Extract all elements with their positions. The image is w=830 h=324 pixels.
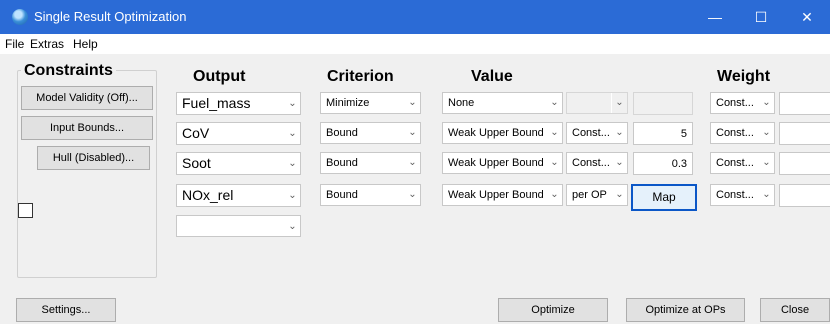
weight-field[interactable] bbox=[779, 152, 830, 175]
chevron-down-icon: ⌄ bbox=[546, 185, 562, 205]
chevron-down-icon: ⌄ bbox=[758, 185, 774, 205]
value-column-header: Value bbox=[471, 68, 513, 85]
weight-mode-dropdown[interactable]: Const... ⌄ bbox=[710, 92, 775, 114]
chevron-down-icon: ⌄ bbox=[404, 123, 420, 143]
minimize-button[interactable]: — bbox=[692, 0, 738, 34]
title-bar: Single Result Optimization — ☐ ✕ bbox=[0, 0, 830, 34]
menu-bar: File Extras Help bbox=[0, 34, 830, 54]
value-field[interactable]: 0.3 bbox=[633, 152, 693, 175]
criterion-dropdown[interactable]: Bound ⌄ bbox=[320, 152, 421, 174]
output-value: Soot bbox=[182, 155, 211, 171]
model-validity-button[interactable]: Model Validity (Off)... bbox=[21, 86, 153, 110]
app-globe-icon bbox=[12, 9, 28, 25]
weight-mode-dropdown[interactable]: Const... ⌄ bbox=[710, 122, 775, 144]
weight-mode-dropdown[interactable]: Const... ⌄ bbox=[710, 152, 775, 174]
chevron-down-icon: ⌄ bbox=[404, 93, 420, 113]
window-title: Single Result Optimization bbox=[34, 9, 187, 24]
value-mode-dropdown[interactable]: per OP ⌄ bbox=[566, 184, 628, 206]
input-bounds-button[interactable]: Input Bounds... bbox=[21, 116, 153, 140]
chevron-down-icon: ⌄ bbox=[284, 216, 300, 236]
chevron-down-icon: ⌄ bbox=[546, 123, 562, 143]
chevron-down-icon: ⌄ bbox=[284, 153, 300, 174]
weight-field[interactable] bbox=[779, 184, 830, 207]
chevron-down-icon: ⌄ bbox=[284, 123, 300, 144]
criterion-value: Minimize bbox=[326, 97, 370, 109]
chevron-down-icon: ⌄ bbox=[611, 93, 627, 113]
value-type: Weak Upper Bound bbox=[448, 127, 544, 139]
menu-help[interactable]: Help bbox=[73, 37, 98, 51]
close-button[interactable]: Close bbox=[760, 298, 830, 322]
chevron-down-icon: ⌄ bbox=[404, 153, 420, 173]
main-panel: Constraints Model Validity (Off)... Inpu… bbox=[0, 54, 830, 324]
map-button[interactable]: Map bbox=[631, 184, 697, 211]
value-mode: Const... bbox=[572, 157, 610, 169]
value-mode-dropdown[interactable]: Const... ⌄ bbox=[566, 122, 628, 144]
constraints-title: Constraints bbox=[21, 62, 116, 80]
criterion-value: Bound bbox=[326, 189, 358, 201]
optimize-button[interactable]: Optimize bbox=[498, 298, 608, 322]
chevron-down-icon: ⌄ bbox=[546, 93, 562, 113]
value-type: Weak Upper Bound bbox=[448, 157, 544, 169]
settings-button[interactable]: Settings... bbox=[16, 298, 116, 322]
optimize-at-ops-button[interactable]: Optimize at OPs bbox=[626, 298, 745, 322]
output-dropdown[interactable]: NOx_rel ⌄ bbox=[176, 184, 301, 207]
weight-column-header: Weight bbox=[717, 68, 771, 85]
value-type: Weak Upper Bound bbox=[448, 189, 544, 201]
chevron-down-icon: ⌄ bbox=[611, 185, 627, 205]
weight-mode: Const... bbox=[716, 157, 754, 169]
chevron-down-icon: ⌄ bbox=[611, 123, 627, 143]
output-value: CoV bbox=[182, 125, 210, 141]
criterion-value: Bound bbox=[326, 127, 358, 139]
value-type-dropdown[interactable]: None ⌄ bbox=[442, 92, 563, 114]
hull-checkbox[interactable] bbox=[18, 203, 33, 218]
chevron-down-icon: ⌄ bbox=[758, 123, 774, 143]
value-mode: per OP bbox=[572, 189, 607, 201]
value-mode-dropdown[interactable]: Const... ⌄ bbox=[566, 152, 628, 174]
maximize-button[interactable]: ☐ bbox=[738, 0, 784, 34]
chevron-down-icon: ⌄ bbox=[404, 185, 420, 205]
weight-field[interactable] bbox=[779, 122, 830, 145]
value-mode-dropdown: ⌄ bbox=[566, 92, 628, 114]
criterion-dropdown[interactable]: Bound ⌄ bbox=[320, 122, 421, 144]
chevron-down-icon: ⌄ bbox=[611, 153, 627, 173]
value-field bbox=[633, 92, 693, 115]
menu-extras[interactable]: Extras bbox=[30, 37, 64, 51]
close-window-button[interactable]: ✕ bbox=[784, 0, 830, 34]
weight-field[interactable] bbox=[779, 92, 830, 115]
hull-button[interactable]: Hull (Disabled)... bbox=[37, 146, 150, 170]
output-value: Fuel_mass bbox=[182, 95, 251, 111]
weight-mode: Const... bbox=[716, 97, 754, 109]
chevron-down-icon: ⌄ bbox=[284, 93, 300, 114]
chevron-down-icon: ⌄ bbox=[758, 153, 774, 173]
output-column-header: Output bbox=[193, 68, 246, 85]
criterion-dropdown[interactable]: Minimize ⌄ bbox=[320, 92, 421, 114]
value-type-dropdown[interactable]: Weak Upper Bound ⌄ bbox=[442, 122, 563, 144]
output-dropdown[interactable]: Fuel_mass ⌄ bbox=[176, 92, 301, 115]
value-mode: Const... bbox=[572, 127, 610, 139]
new-output-dropdown[interactable]: ⌄ bbox=[176, 215, 301, 237]
output-value: NOx_rel bbox=[182, 187, 234, 203]
chevron-down-icon: ⌄ bbox=[284, 185, 300, 206]
weight-mode-dropdown[interactable]: Const... ⌄ bbox=[710, 184, 775, 206]
weight-mode: Const... bbox=[716, 127, 754, 139]
output-dropdown[interactable]: Soot ⌄ bbox=[176, 152, 301, 175]
value-type-dropdown[interactable]: Weak Upper Bound ⌄ bbox=[442, 152, 563, 174]
criterion-dropdown[interactable]: Bound ⌄ bbox=[320, 184, 421, 206]
value-type-dropdown[interactable]: Weak Upper Bound ⌄ bbox=[442, 184, 563, 206]
menu-file[interactable]: File bbox=[5, 37, 24, 51]
weight-mode: Const... bbox=[716, 189, 754, 201]
criterion-value: Bound bbox=[326, 157, 358, 169]
criterion-column-header: Criterion bbox=[327, 68, 394, 85]
chevron-down-icon: ⌄ bbox=[758, 93, 774, 113]
output-dropdown[interactable]: CoV ⌄ bbox=[176, 122, 301, 145]
value-field[interactable]: 5 bbox=[633, 122, 693, 145]
chevron-down-icon: ⌄ bbox=[546, 153, 562, 173]
value-type: None bbox=[448, 97, 475, 109]
